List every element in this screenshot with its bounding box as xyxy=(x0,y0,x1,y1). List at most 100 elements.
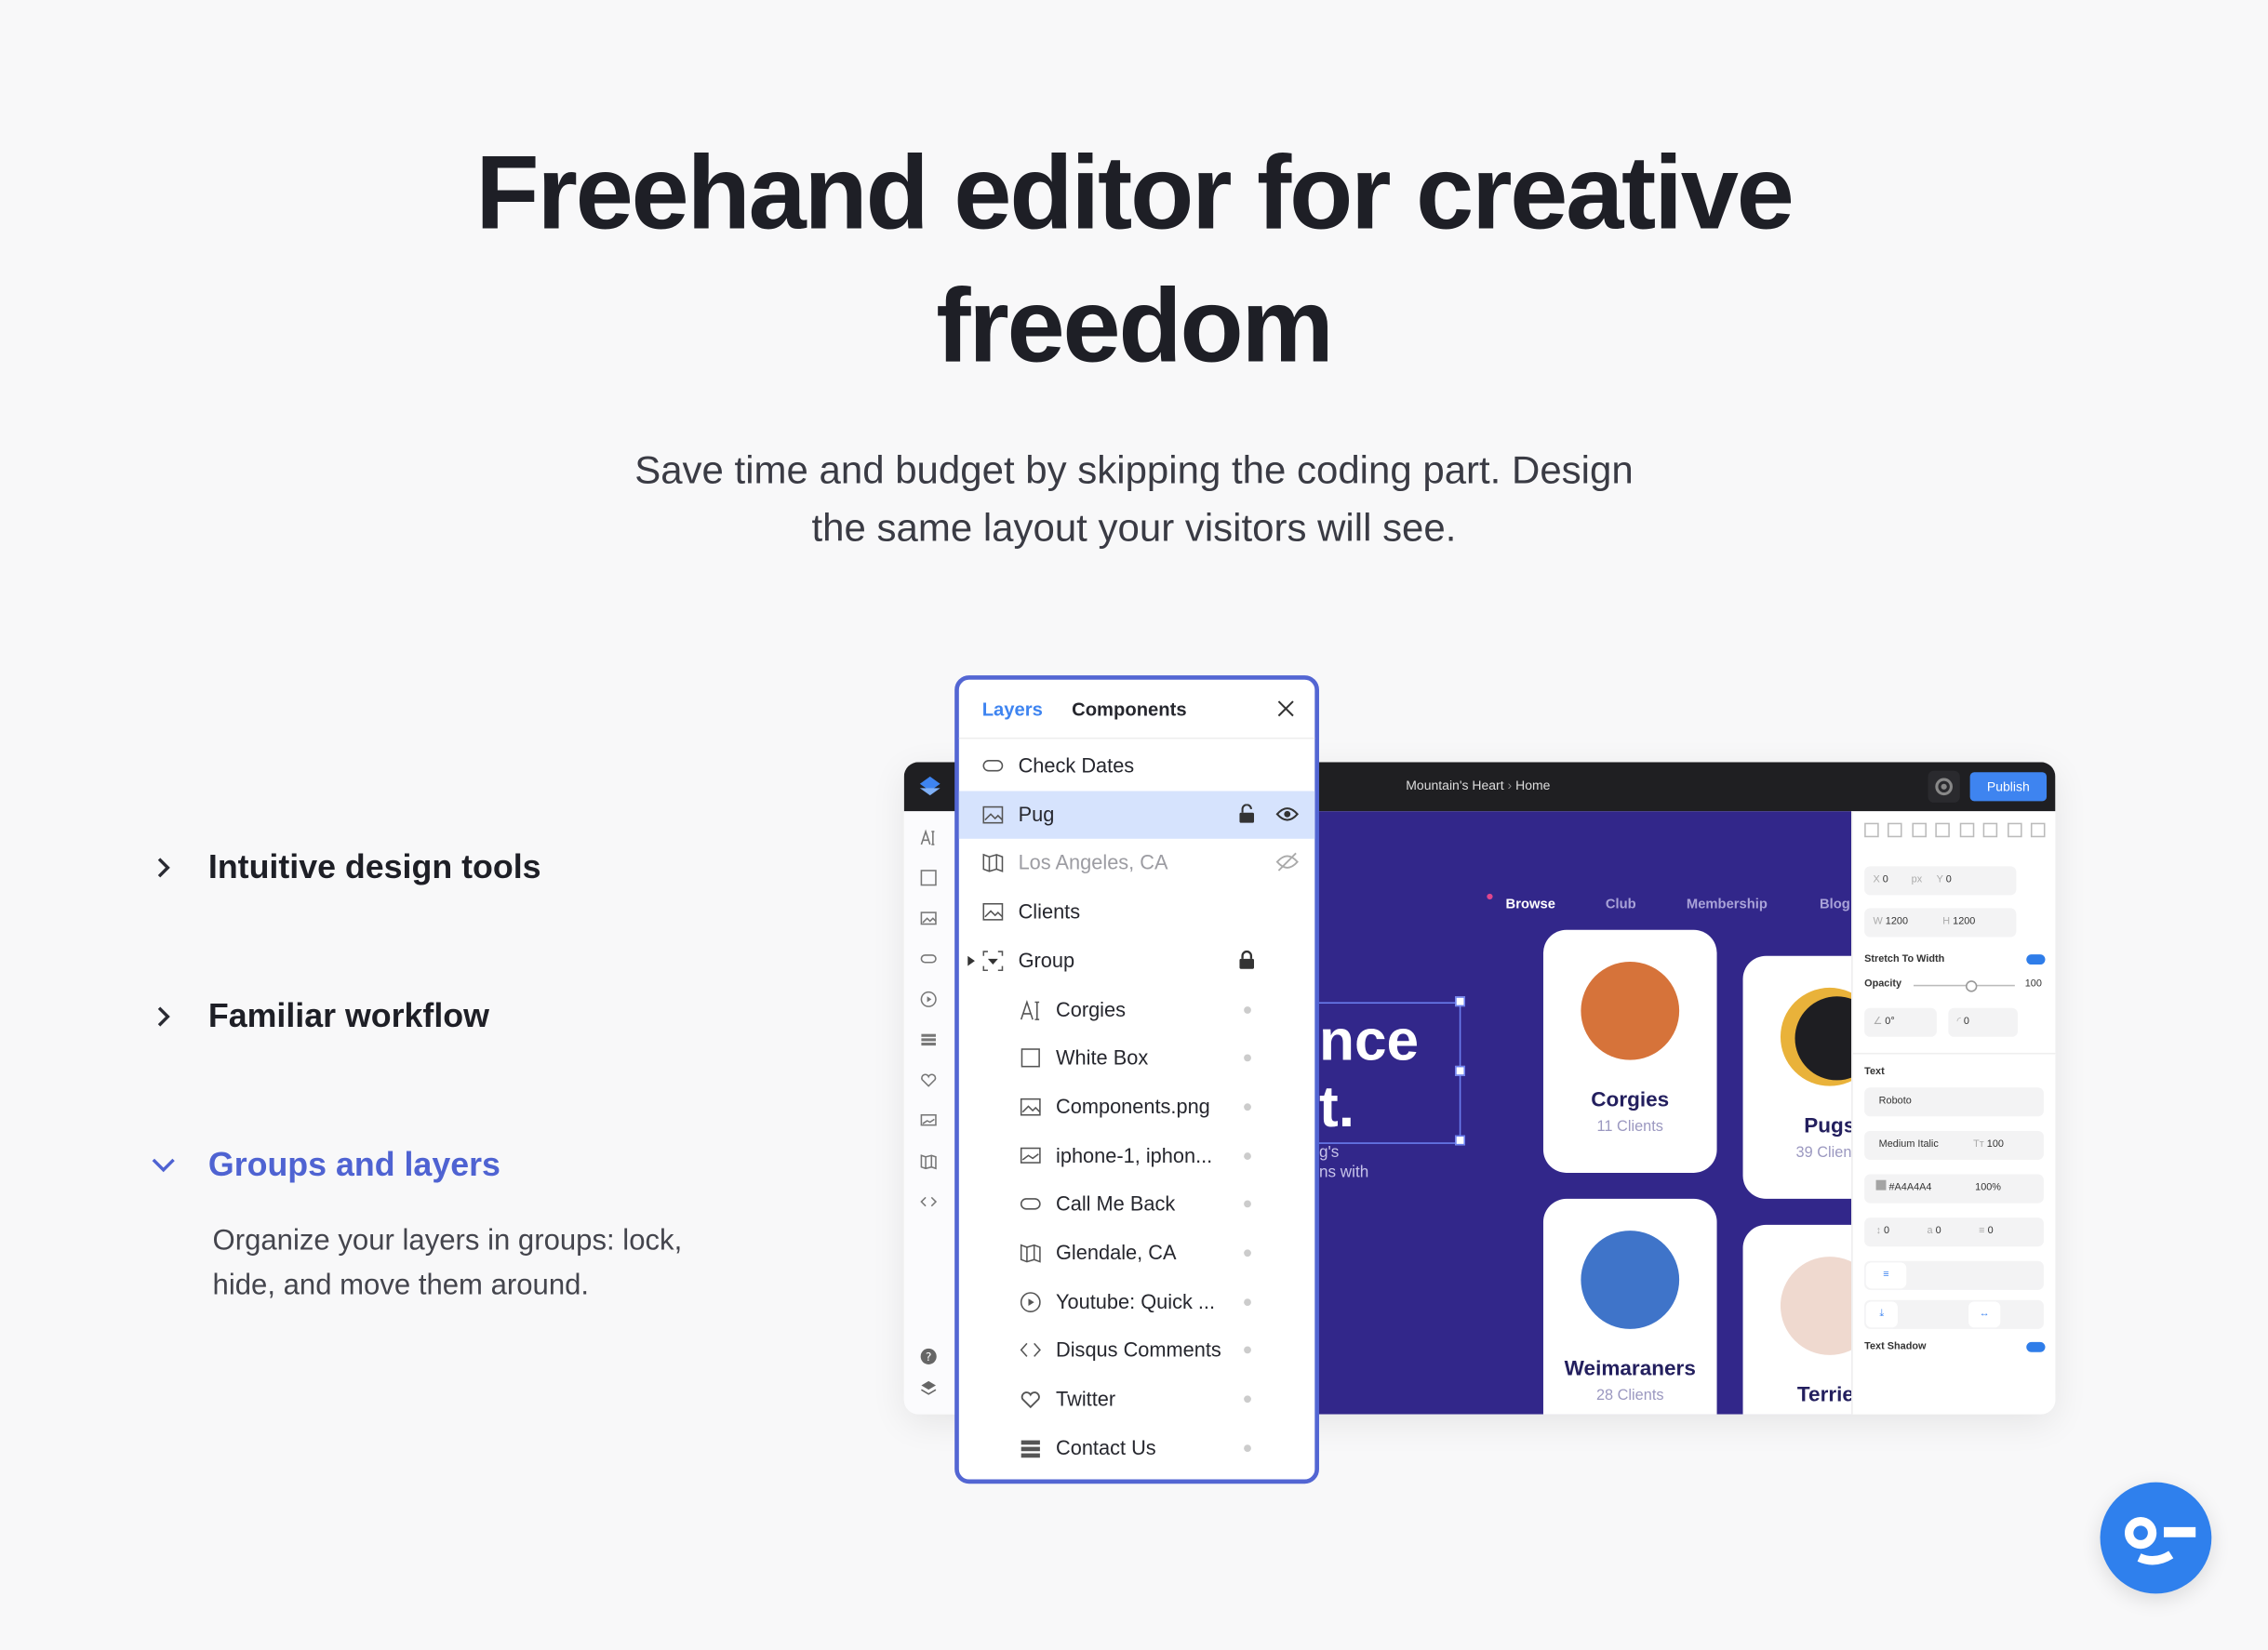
lock-icon[interactable] xyxy=(1238,950,1256,970)
visibility-dot[interactable] xyxy=(1244,1005,1251,1014)
color-swatch[interactable] xyxy=(1875,1179,1887,1191)
x-value[interactable]: 0 xyxy=(1883,875,1888,885)
card-pugs[interactable]: Pugs 39 Clients xyxy=(1742,955,1852,1199)
form-icon[interactable] xyxy=(920,1031,938,1049)
font-size-value[interactable]: 100 xyxy=(1987,1139,2004,1150)
align-icon[interactable] xyxy=(1864,822,1879,838)
rectangle-icon[interactable] xyxy=(920,869,938,886)
y-value[interactable]: 0 xyxy=(1946,875,1952,885)
visibility-dot[interactable] xyxy=(1244,1200,1251,1208)
w-value[interactable]: 1200 xyxy=(1886,917,1908,927)
text-color-field[interactable]: #A4A4A4 100% xyxy=(1864,1174,2044,1204)
code-icon[interactable] xyxy=(920,1193,938,1211)
position-fields[interactable]: X 0 px Y 0 xyxy=(1864,866,2017,896)
layer-row[interactable]: Twitter xyxy=(959,1376,1314,1423)
visibility-dot[interactable] xyxy=(1244,1395,1251,1404)
heart-icon[interactable] xyxy=(920,1071,938,1089)
canvas-nav-blog[interactable]: Blog xyxy=(1820,897,1850,912)
layer-row[interactable]: White Box xyxy=(959,1034,1314,1082)
map-icon[interactable] xyxy=(920,1152,938,1170)
feature-groups-and-layers[interactable]: Groups and layers xyxy=(151,1145,500,1184)
align-icon[interactable] xyxy=(2030,822,2046,838)
align-icon[interactable] xyxy=(1912,822,1927,838)
unlock-icon[interactable] xyxy=(1238,803,1256,824)
align-icon[interactable] xyxy=(2007,822,2021,838)
layer-row[interactable]: Corgies xyxy=(959,986,1314,1033)
tab-components[interactable]: Components xyxy=(1072,699,1187,720)
design-canvas[interactable]: Browse Club Membership Blog nce t. g's n… xyxy=(1315,811,1852,1415)
canvas-nav-membership[interactable]: Membership xyxy=(1687,897,1768,912)
layer-row[interactable]: iphone-1, iphon... xyxy=(959,1132,1314,1179)
preview-button[interactable] xyxy=(1928,770,1960,803)
visibility-dot[interactable] xyxy=(1244,1103,1251,1111)
publish-button[interactable]: Publish xyxy=(1969,772,2048,802)
layer-row[interactable]: Check Dates xyxy=(959,742,1314,790)
opacity-slider[interactable] xyxy=(1914,984,2015,987)
visibility-dot[interactable] xyxy=(1244,1054,1251,1062)
visibility-dot[interactable] xyxy=(1244,1297,1251,1306)
image-icon[interactable] xyxy=(920,910,938,927)
align-left-icon[interactable]: ≡ xyxy=(1865,1262,1907,1289)
layer-row[interactable]: Pug xyxy=(958,790,1315,839)
video-icon[interactable] xyxy=(920,991,938,1008)
layer-row[interactable]: Group xyxy=(959,937,1314,984)
breadcrumb-page[interactable]: Home xyxy=(1515,778,1550,792)
align-bottom-icon[interactable]: ⤓ xyxy=(1865,1301,1898,1328)
layer-label: Twitter xyxy=(1056,1387,1116,1411)
card-terrier[interactable]: Terrier xyxy=(1742,1224,1852,1415)
vertical-align-group[interactable]: ⤓ ↔ xyxy=(1864,1299,2044,1329)
layers-icon[interactable] xyxy=(920,1379,938,1397)
expand-caret-icon[interactable] xyxy=(967,955,975,966)
canvas-nav-browse[interactable]: Browse xyxy=(1506,897,1555,912)
radius-field[interactable]: ◜ 0 xyxy=(1948,1007,2018,1037)
tab-layers[interactable]: Layers xyxy=(982,699,1043,720)
visibility-dot[interactable] xyxy=(1244,1151,1251,1160)
feature-intuitive-design-tools[interactable]: Intuitive design tools xyxy=(151,847,541,886)
visibility-dot[interactable] xyxy=(1244,1249,1251,1257)
h-value[interactable]: 1200 xyxy=(1953,917,1975,927)
button-icon[interactable] xyxy=(920,951,938,968)
layer-label: Group xyxy=(1018,948,1075,972)
layer-row[interactable]: Clients xyxy=(959,888,1314,936)
visibility-dot[interactable] xyxy=(1244,1347,1251,1354)
layer-row[interactable]: Los Angeles, CA xyxy=(959,839,1314,886)
card-weimaraners[interactable]: Weimaraners 28 Clients xyxy=(1542,1198,1717,1415)
align-icon[interactable] xyxy=(1888,822,1903,838)
visibility-dot[interactable] xyxy=(1244,1444,1251,1452)
text-icon[interactable] xyxy=(920,829,938,846)
rotation-field[interactable]: ∠ 0° xyxy=(1864,1007,1937,1037)
close-icon[interactable] xyxy=(1277,700,1295,718)
layer-row[interactable]: Disqus Comments xyxy=(959,1326,1314,1374)
eye-icon[interactable] xyxy=(1275,805,1299,823)
font-family-select[interactable]: Roboto xyxy=(1864,1087,2044,1117)
align-icon[interactable] xyxy=(1935,822,1951,838)
gallery-icon[interactable] xyxy=(920,1112,938,1130)
card-name: Pugs xyxy=(1804,1114,1852,1138)
font-weight-select[interactable]: Medium Italic Tт 100 xyxy=(1864,1130,2044,1160)
help-icon[interactable]: ? xyxy=(920,1348,938,1365)
feature-familiar-workflow[interactable]: Familiar workflow xyxy=(151,996,489,1035)
chat-button[interactable] xyxy=(2100,1482,2212,1594)
eye-off-icon[interactable] xyxy=(1275,852,1299,872)
align-icon[interactable] xyxy=(1959,822,1974,838)
size-fields[interactable]: W 1200 H 1200 xyxy=(1864,908,2017,938)
layer-row[interactable]: Glendale, CA xyxy=(959,1230,1314,1277)
layer-row[interactable]: Call Me Back xyxy=(959,1180,1314,1228)
resize-handle[interactable] xyxy=(1455,1135,1466,1146)
auto-width-icon[interactable]: ↔ xyxy=(1968,1301,2001,1328)
opacity-slider-handle[interactable] xyxy=(1965,980,1978,992)
spacing-fields[interactable]: ↕ 0a 0 ≡ 0 xyxy=(1864,1218,2044,1247)
color-opacity: 100% xyxy=(1975,1182,2001,1193)
breadcrumb-site[interactable]: Mountain's Heart xyxy=(1406,778,1503,792)
layer-row[interactable]: Youtube: Quick ... xyxy=(959,1278,1314,1325)
canvas-nav-club[interactable]: Club xyxy=(1606,897,1636,912)
layer-row[interactable]: Contact Us xyxy=(959,1424,1314,1471)
text-align-group[interactable]: ≡ xyxy=(1864,1260,2044,1290)
stretch-toggle[interactable] xyxy=(2026,954,2046,965)
card-corgies[interactable]: Corgies 11 Clients xyxy=(1542,929,1717,1173)
resize-handle[interactable] xyxy=(1455,996,1466,1007)
text-shadow-toggle[interactable] xyxy=(2026,1341,2046,1352)
align-icon[interactable] xyxy=(1982,822,1998,838)
layer-row[interactable]: Components.png xyxy=(959,1083,1314,1130)
resize-handle[interactable] xyxy=(1455,1065,1466,1076)
